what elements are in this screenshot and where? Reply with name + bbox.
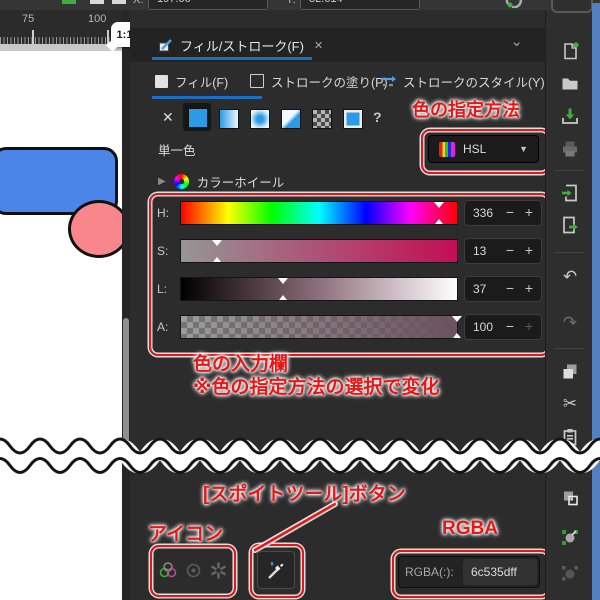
chevron-down-icon[interactable]: ⌄ (510, 32, 523, 50)
tool-options-toolbar: X: 197.66 Y: 82.614 (0, 0, 600, 13)
toolbar-fragment-icon (112, 0, 126, 4)
linear-gradient-button[interactable] (219, 109, 239, 129)
drawing-canvas[interactable] (0, 51, 122, 600)
import-icon[interactable] (559, 182, 581, 204)
tab-stroke-style[interactable]: ストロークのスタイル(Y) (380, 68, 545, 94)
tab-label[interactable]: ストロークの塗り(P) (271, 72, 388, 91)
color-wheel-expander[interactable]: ▶ カラーホイール (158, 172, 284, 191)
tab-label[interactable]: フィル(F) (175, 72, 228, 91)
flat-color-label: 単一色 (158, 144, 196, 158)
radial-gradient-button[interactable] (250, 109, 270, 129)
annotation-line: ※色の指定方法の選択で変化 (193, 377, 440, 398)
ungroup-icon[interactable] (559, 562, 581, 584)
unknown-paint-button[interactable]: ? (373, 109, 382, 125)
annotation-dropper-button: [スポイトツール]ボタン (203, 484, 406, 505)
tab-stroke-paint[interactable]: ストロークの塗り(P) (250, 68, 388, 94)
pink-ellipse-shape[interactable] (68, 200, 122, 258)
annotation-rgba: RGBA (442, 518, 498, 539)
group-icon[interactable] (559, 526, 581, 548)
toolbar-fragment-icon (62, 0, 76, 4)
save-icon[interactable] (559, 105, 581, 127)
x-coordinate-label: X: (133, 0, 144, 6)
annotation-box-icons (150, 545, 236, 597)
ruler-number: 75 (22, 13, 35, 25)
y-coordinate-label: Y: (286, 0, 296, 6)
tab-fill[interactable]: フィル(F) (155, 68, 228, 94)
screenshot-root: X: 197.66 Y: 82.614 75 100 1:1 (0, 0, 600, 600)
ruler-tick-75 (32, 30, 34, 44)
annotation-box-colorspace (421, 129, 550, 174)
y-coordinate-input[interactable]: 82.614 (300, 0, 420, 10)
annotation-color-method: 色の指定方法 (412, 100, 520, 120)
no-paint-button[interactable]: ✕ (162, 109, 174, 126)
paste-icon[interactable] (559, 426, 581, 448)
print-icon[interactable] (559, 138, 581, 160)
color-wheel-label[interactable]: カラーホイール (197, 172, 285, 191)
toolbar-button[interactable] (551, 0, 593, 13)
toolbar-fragment-icon (90, 0, 104, 4)
sidebar-separator (554, 348, 584, 349)
document-new-icon[interactable] (559, 40, 581, 62)
canvas-panel-gutter (122, 10, 130, 600)
redo-icon[interactable]: ↷ (559, 312, 581, 334)
annotation-line: 色の入力欄 (193, 354, 289, 375)
adjacent-window-edge (592, 3, 600, 600)
paste-in-place-icon[interactable] (559, 487, 581, 509)
stroke-style-icon (381, 75, 396, 86)
dialog-tab-title[interactable]: フィル/ストローク(F) (180, 36, 304, 55)
export-icon[interactable] (559, 214, 581, 236)
cut-icon[interactable]: ✂ (559, 393, 581, 415)
active-tab-underline (152, 96, 262, 99)
expander-triangle-icon[interactable]: ▶ (158, 176, 166, 187)
dialog-tab-fill-stroke[interactable]: フィル/ストローク(F) ✕ (152, 32, 329, 59)
folder-open-icon[interactable] (559, 72, 581, 94)
swatch-button[interactable] (343, 109, 363, 129)
color-wheel-icon (173, 174, 189, 189)
sidebar-separator (554, 170, 584, 171)
fill-stroke-dialog-icon (159, 39, 172, 52)
flat-color-button[interactable] (188, 108, 208, 128)
ruler-number: 100 (88, 13, 107, 25)
duplicate-icon[interactable] (559, 360, 581, 382)
annotation-color-inputs: 色の入力欄 ※色の指定方法の選択で変化 (193, 353, 439, 399)
vertical-scrollbar-thumb[interactable] (123, 318, 129, 442)
active-dialog-underline (152, 57, 312, 60)
annotation-box-rgba (392, 550, 550, 598)
tab-label[interactable]: ストロークのスタイル(Y) (403, 72, 545, 91)
sidebar-separator (554, 252, 584, 253)
filled-square-icon (155, 74, 168, 88)
undo-icon[interactable]: ↶ (559, 266, 581, 288)
x-coordinate-value[interactable]: 197.66 (157, 0, 191, 5)
annotation-pointer-line (252, 501, 338, 553)
commands-sidebar: ↶ ↷ ✂ (545, 10, 593, 600)
canvas-top-strip (0, 44, 122, 51)
pattern-button[interactable] (312, 109, 332, 129)
close-icon[interactable]: ✕ (314, 39, 323, 52)
x-coordinate-input[interactable]: 197.66 (148, 0, 268, 10)
y-coordinate-value[interactable]: 82.614 (309, 0, 343, 5)
outline-square-icon (250, 74, 264, 88)
annotation-icons: アイコン (148, 524, 224, 545)
annotation-box-sliders (149, 193, 550, 356)
refresh-icon[interactable] (504, 0, 524, 8)
mesh-gradient-button[interactable] (281, 109, 301, 129)
